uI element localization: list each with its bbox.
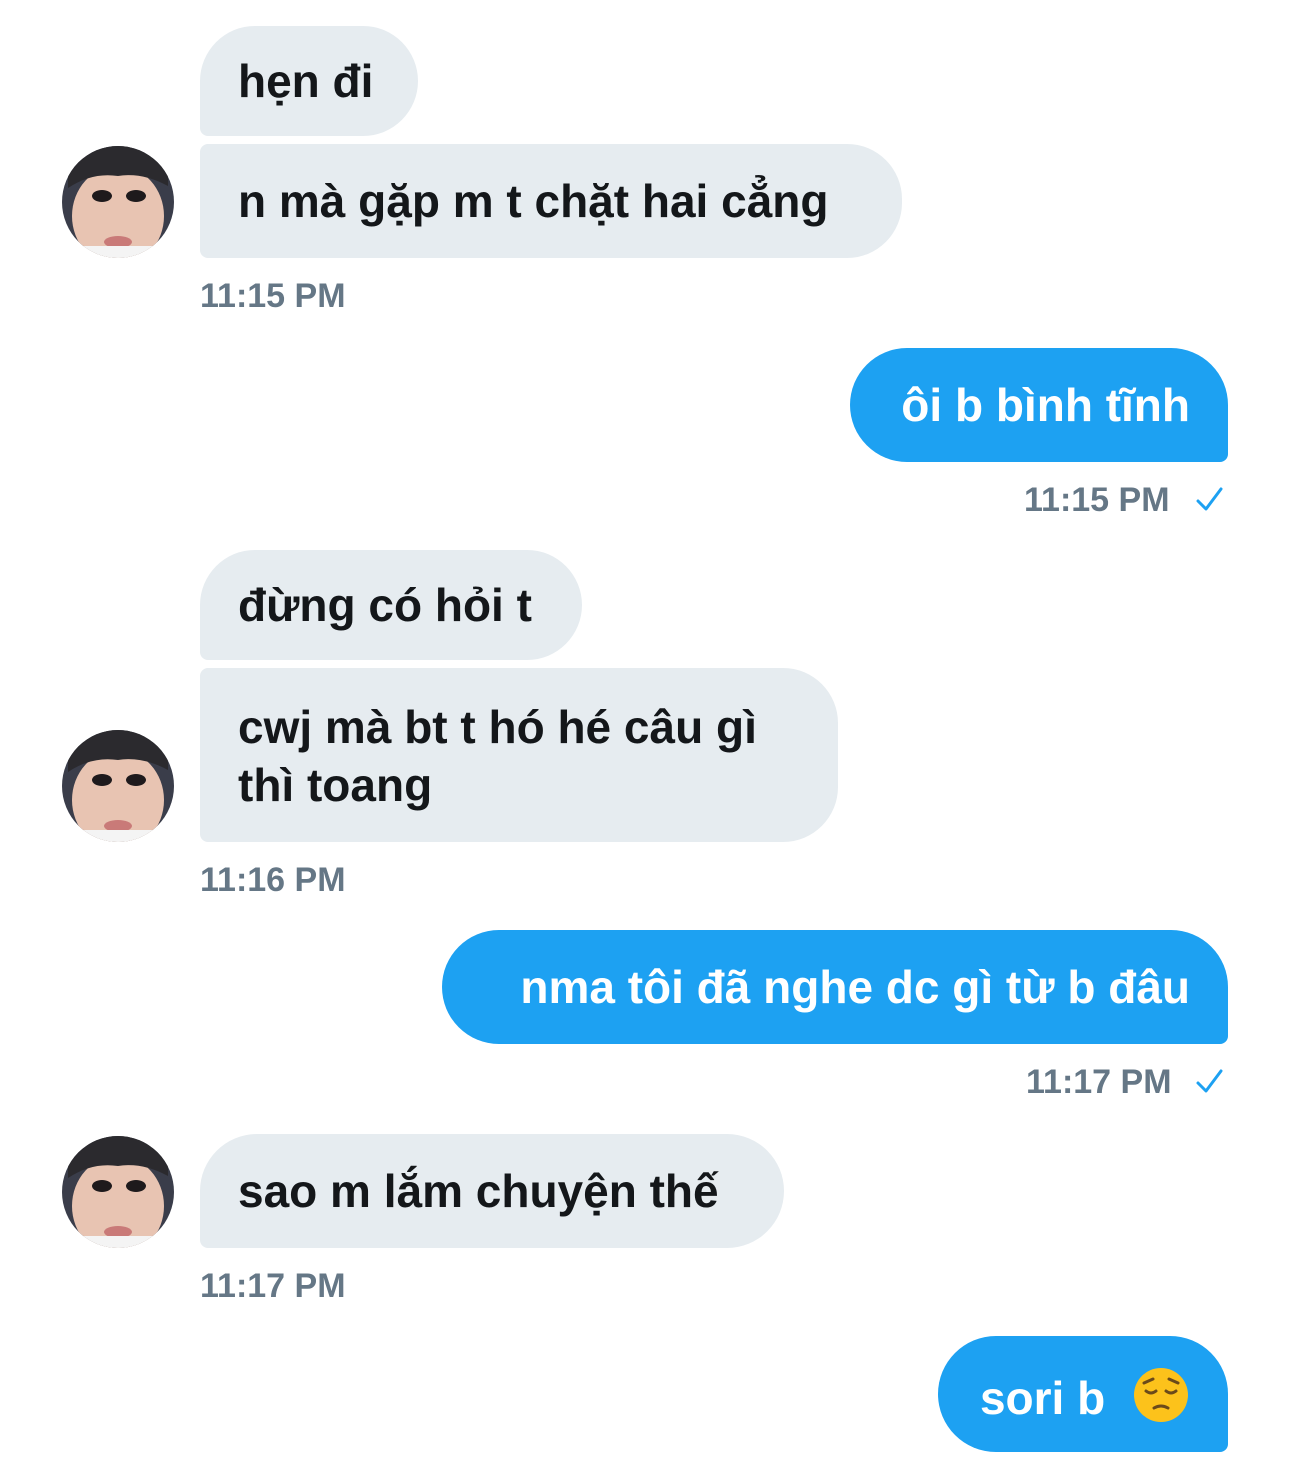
sent-message-bubble[interactable]: ôi b bình tĩnh	[850, 348, 1228, 462]
message-timestamp: 11:16 PM	[200, 861, 346, 899]
message-text: đừng có hỏi t	[238, 579, 532, 631]
contact-avatar[interactable]	[62, 146, 174, 258]
sent-message-bubble[interactable]: nma tôi đã nghe dc gì từ b đâu	[442, 930, 1228, 1044]
message-timestamp: 11:15 PM	[200, 277, 346, 315]
received-message-bubble[interactable]: sao m lắm chuyện thế	[200, 1134, 784, 1248]
received-message-bubble[interactable]: đừng có hỏi t	[200, 550, 582, 660]
pensive-face-icon	[1134, 1368, 1188, 1422]
message-timestamp: 11:17 PM	[200, 1267, 346, 1305]
message-text: sori b	[979, 1372, 1106, 1424]
message-text-line: cwj mà bt t hó hé câu gì	[238, 701, 757, 753]
sent-check-icon	[1196, 1069, 1223, 1093]
contact-avatar[interactable]	[62, 730, 174, 842]
received-message-bubble[interactable]: hẹn đi	[200, 26, 418, 136]
message-text: hẹn đi	[238, 55, 374, 107]
sent-check-icon	[1196, 487, 1223, 511]
sent-message-bubble[interactable]: sori b	[938, 1336, 1228, 1452]
contact-avatar[interactable]	[62, 1136, 174, 1248]
received-message-bubble[interactable]: cwj mà bt t hó hé câu gì thì toang	[200, 668, 838, 842]
message-timestamp: 11:17 PM	[1026, 1063, 1172, 1101]
message-text: ôi b bình tĩnh	[901, 379, 1190, 431]
message-text: n mà gặp m t chặt hai cẳng	[238, 175, 829, 227]
message-text: nma tôi đã nghe dc gì từ b đâu	[520, 961, 1190, 1013]
message-timestamp: 11:15 PM	[1024, 481, 1170, 519]
message-text-line: thì toang	[238, 759, 433, 811]
received-message-bubble[interactable]: n mà gặp m t chặt hai cẳng	[200, 144, 902, 258]
message-text: sao m lắm chuyện thế	[238, 1165, 719, 1217]
